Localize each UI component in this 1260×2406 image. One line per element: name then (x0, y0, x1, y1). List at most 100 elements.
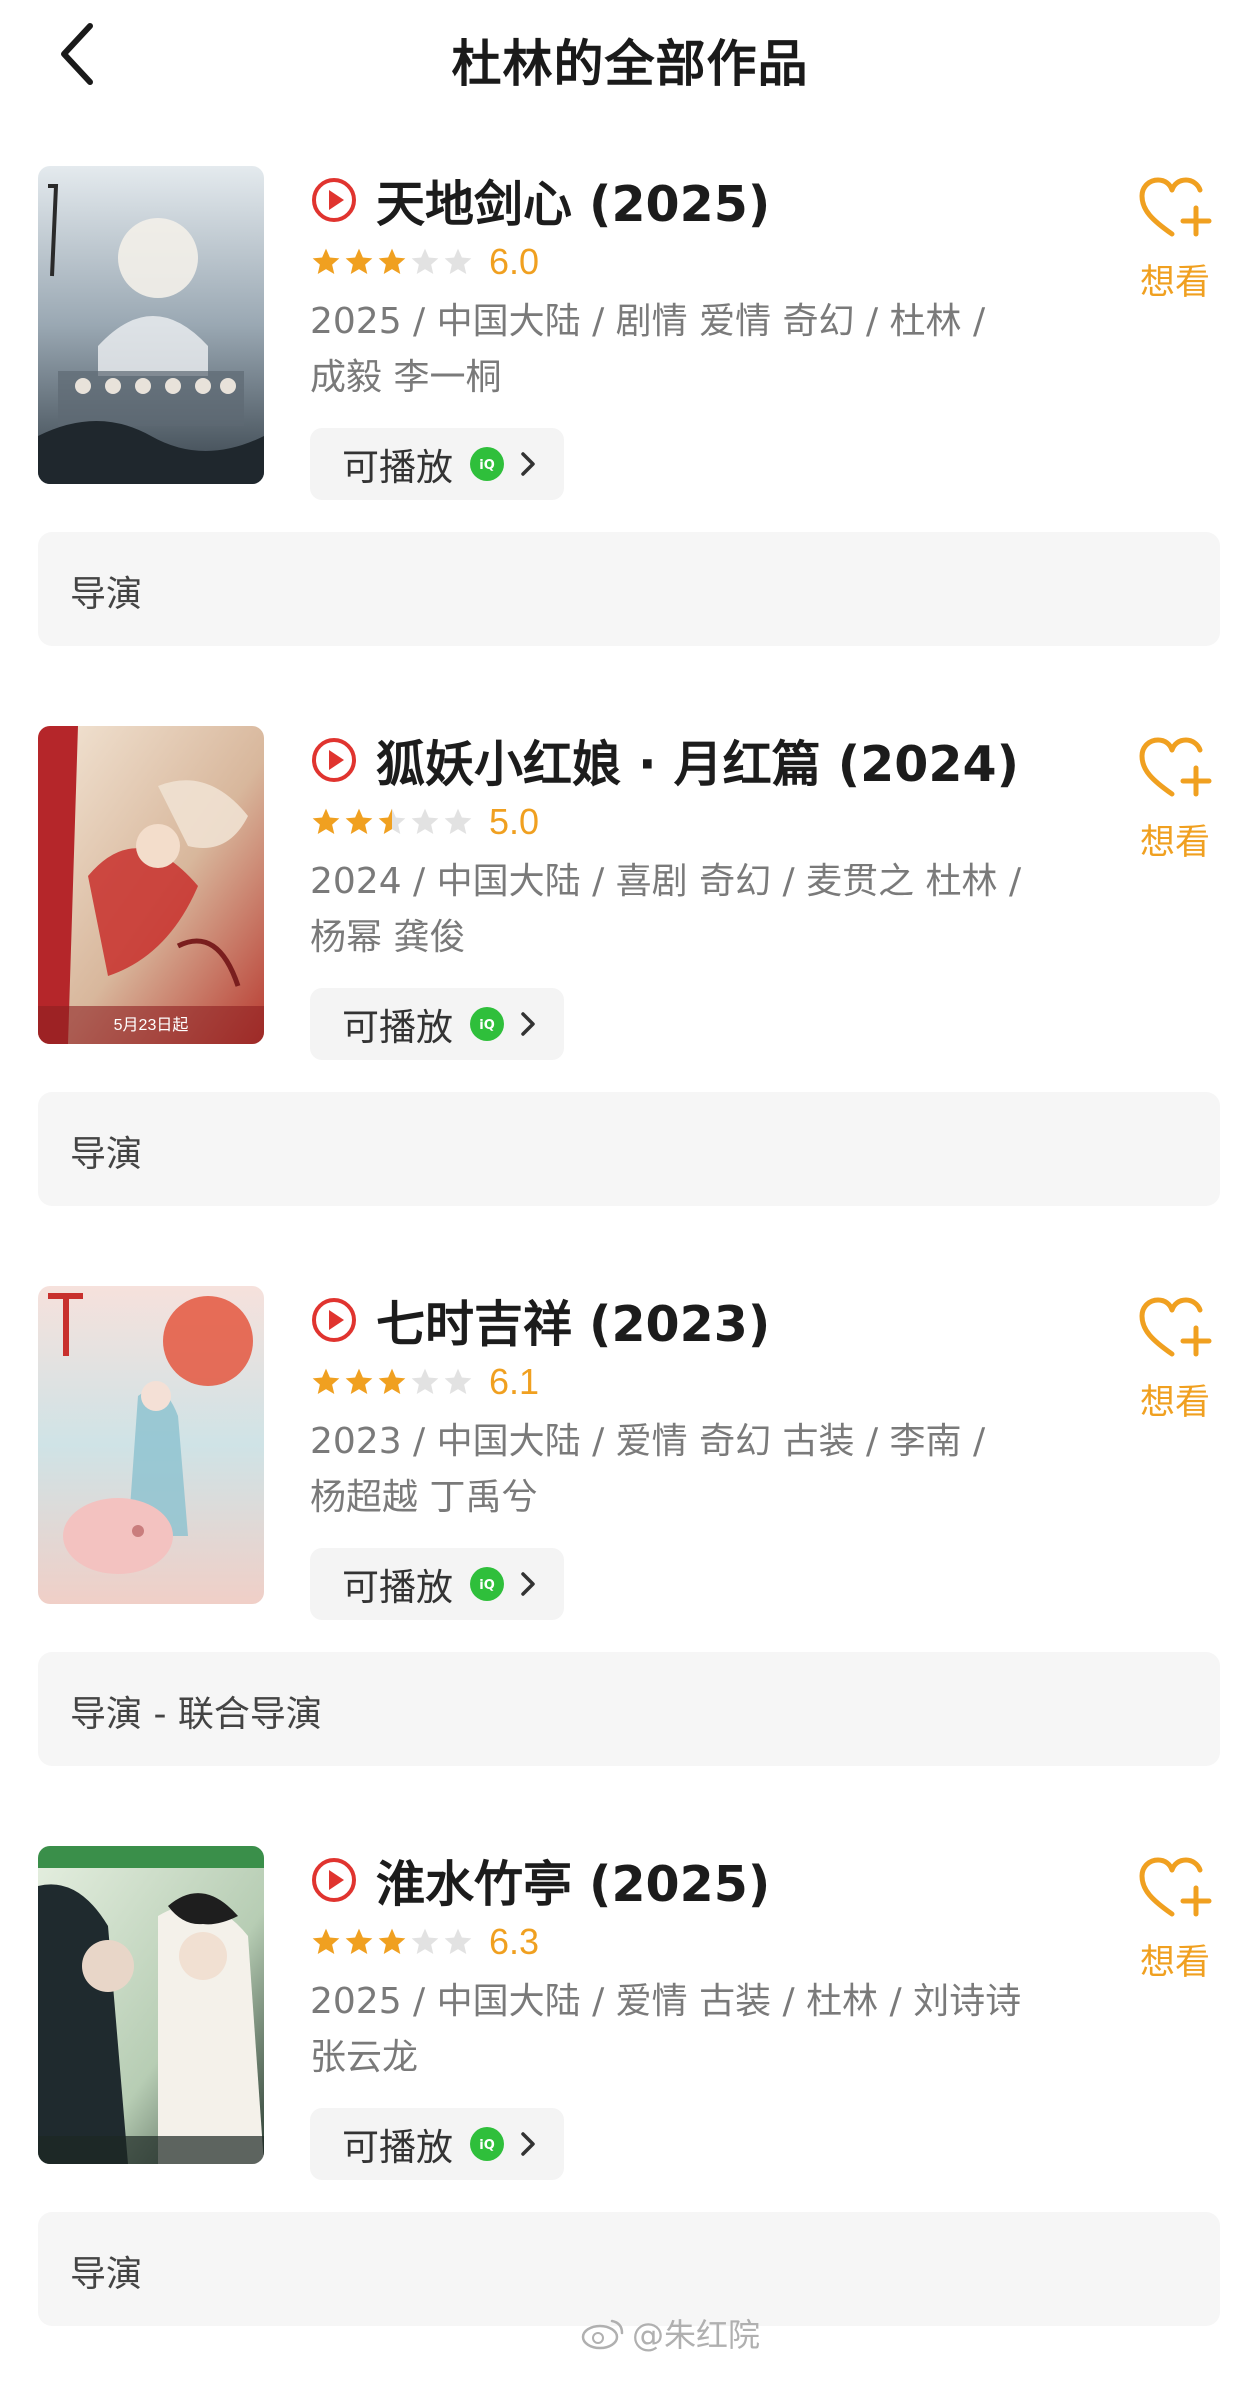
role-box[interactable]: 导演 - 联合导演 (38, 1652, 1220, 1766)
svg-text:iQ: iQ (479, 458, 495, 473)
role-box[interactable]: 导演 (38, 1092, 1220, 1206)
star-rating (310, 1926, 475, 1958)
star-icon (345, 1368, 373, 1394)
want-to-watch-label: 想看 (1139, 263, 1210, 303)
playable-label: 可播放 (342, 2126, 453, 2169)
want-to-watch-button[interactable]: 想看 (1130, 1856, 1220, 1996)
rating-row: 5.0 (310, 800, 539, 844)
work-info: 2025 / 中国大陆 / 剧情 爱情 奇幻 / 杜林 / 成毅 李一桐 (310, 301, 986, 398)
poster-art (38, 1286, 264, 1604)
chevron-right-icon (521, 2132, 535, 2156)
star-empty-icon (444, 808, 472, 834)
playable-button[interactable]: 可播放 iQ (310, 988, 564, 1060)
star-icon (312, 1928, 340, 1954)
play-circle-icon (312, 1858, 356, 1902)
playable-button[interactable]: 可播放 iQ (310, 428, 564, 500)
role-text: 导演 (70, 1134, 143, 1175)
svg-text:iQ: iQ (479, 2138, 495, 2153)
rating-score: 5.0 (489, 801, 540, 842)
play-circle-icon (312, 178, 356, 222)
star-empty-icon (411, 1928, 439, 1954)
chevron-right-icon (521, 1572, 535, 1596)
star-empty-icon (411, 248, 439, 274)
poster-art (38, 166, 264, 484)
chevron-right-icon (521, 452, 535, 476)
role-box[interactable]: 导演 (38, 2212, 1220, 2326)
want-to-watch-label: 想看 (1139, 1943, 1210, 1983)
poster-art: 5月23日起 (38, 726, 264, 1044)
want-to-watch-label: 想看 (1139, 1383, 1210, 1423)
poster-date: 5月23日起 (114, 1016, 189, 1034)
star-empty-icon (444, 248, 472, 274)
star-icon (312, 1368, 340, 1394)
watermark: @朱红院 (580, 2310, 760, 2356)
chevron-right-icon (521, 1012, 535, 1036)
title-row[interactable]: 七时吉祥 (2023) (310, 1288, 770, 1353)
star-empty-icon (444, 1928, 472, 1954)
rating-score: 6.0 (489, 241, 540, 282)
star-empty-icon (411, 808, 439, 834)
rating-score: 6.1 (489, 1361, 540, 1402)
star-rating (310, 1366, 475, 1398)
poster-image[interactable]: 5月23日起 (38, 726, 264, 1044)
star-empty-icon (444, 1368, 472, 1394)
role-text: 导演 (70, 574, 143, 615)
iqiyi-icon: iQ (470, 1567, 504, 1601)
rating-row: 6.1 (310, 1360, 539, 1404)
heart-plus-icon (1139, 1297, 1212, 1357)
work-item: 天地剑心 (2025) 6.0 2025 / 中国大陆 / 剧情 爱情 奇幻 /… (0, 166, 1260, 726)
heart-plus-icon (1139, 177, 1212, 237)
weibo-icon (581, 2319, 624, 2350)
svg-text:iQ: iQ (479, 1018, 495, 1033)
playable-label: 可播放 (342, 1566, 453, 1609)
title-row[interactable]: 淮水竹亭 (2025) (310, 1848, 770, 1913)
want-to-watch-button[interactable]: 想看 (1130, 176, 1220, 316)
poster-art (38, 1846, 264, 2164)
role-text: 导演 - 联合导演 (70, 1694, 322, 1735)
svg-text:iQ: iQ (479, 1578, 495, 1593)
iqiyi-icon: iQ (470, 447, 504, 481)
poster-image[interactable] (38, 1846, 264, 2164)
work-info: 2024 / 中国大陆 / 喜剧 奇幻 / 麦贯之 杜林 / 杨幂 龚俊 (310, 861, 1022, 958)
top-bar: 杜林的全部作品 (0, 0, 1260, 115)
want-to-watch-button[interactable]: 想看 (1130, 1296, 1220, 1436)
star-icon (345, 1928, 373, 1954)
iqiyi-icon: iQ (470, 2127, 504, 2161)
work-item: 5月23日起 狐妖小红娘 · 月红篇 (2024) 5.0 2024 / 中国大… (0, 726, 1260, 1286)
work-title: 天地剑心 (2025) (376, 175, 771, 233)
work-title: 淮水竹亭 (2025) (376, 1855, 771, 1913)
star-rating (310, 246, 475, 278)
role-box[interactable]: 导演 (38, 532, 1220, 646)
heart-plus-icon (1139, 737, 1212, 797)
rating-score: 6.3 (489, 1921, 540, 1962)
star-icon (378, 248, 406, 274)
rating-row: 6.0 (310, 240, 539, 284)
work-item: 七时吉祥 (2023) 6.1 2023 / 中国大陆 / 爱情 奇幻 古装 /… (0, 1286, 1260, 1846)
playable-button[interactable]: 可播放 iQ (310, 2108, 564, 2180)
star-rating (310, 806, 475, 838)
want-to-watch-button[interactable]: 想看 (1130, 736, 1220, 876)
rating-row: 6.3 (310, 1920, 539, 1964)
star-empty-icon (411, 1368, 439, 1394)
title-row[interactable]: 天地剑心 (2025) (310, 168, 770, 233)
playable-label: 可播放 (342, 446, 453, 489)
star-icon (312, 808, 340, 834)
play-circle-icon (312, 738, 356, 782)
star-icon (345, 808, 373, 834)
watermark-text: @朱红院 (632, 2316, 761, 2354)
poster-image[interactable] (38, 1286, 264, 1604)
title-row[interactable]: 狐妖小红娘 · 月红篇 (2024) (310, 728, 1019, 793)
poster-image[interactable] (38, 166, 264, 484)
star-icon (312, 248, 340, 274)
playable-button[interactable]: 可播放 iQ (310, 1548, 564, 1620)
work-title: 狐妖小红娘 · 月红篇 (2024) (376, 735, 1019, 793)
star-half-icon (378, 808, 406, 834)
page-title: 杜林的全部作品 (451, 35, 809, 93)
star-icon (345, 248, 373, 274)
star-icon (378, 1368, 406, 1394)
role-text: 导演 (70, 2254, 143, 2295)
work-info: 2023 / 中国大陆 / 爱情 奇幻 古装 / 李南 / 杨超越 丁禹兮 (310, 1421, 986, 1518)
iqiyi-icon: iQ (470, 1007, 504, 1041)
playable-label: 可播放 (342, 1006, 453, 1049)
heart-plus-icon (1139, 1857, 1212, 1917)
